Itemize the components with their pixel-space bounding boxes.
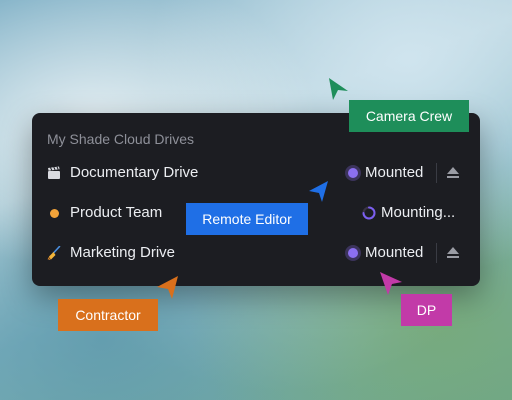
eject-button[interactable] xyxy=(445,164,461,182)
collaborator-tag-dp: DP xyxy=(401,294,452,326)
eject-icon xyxy=(447,167,459,178)
mounted-status-icon xyxy=(348,168,358,178)
eject-icon xyxy=(447,247,459,258)
broom-icon xyxy=(46,245,62,261)
dp-cursor-icon xyxy=(380,272,402,295)
collaborator-tag-camera-crew: Camera Crew xyxy=(349,100,469,132)
remote-editor-cursor-icon xyxy=(309,181,328,202)
collaborator-tag-contractor: Contractor xyxy=(58,299,158,331)
divider xyxy=(436,243,437,263)
divider xyxy=(436,163,437,183)
mounted-status-icon xyxy=(348,248,358,258)
collaborator-tag-remote-editor: Remote Editor xyxy=(186,203,308,235)
drive-row-documentary[interactable]: Documentary Drive Mounted xyxy=(32,153,480,193)
contractor-cursor-icon xyxy=(157,276,178,299)
drive-name: Product Team xyxy=(70,204,163,221)
drive-name: Marketing Drive xyxy=(70,244,176,261)
cloud-drives-panel: My Shade Cloud Drives Documentary Drive … xyxy=(32,113,480,286)
drive-status: Mounted xyxy=(365,164,424,181)
drive-status: Mounted xyxy=(365,244,424,261)
clapperboard-icon xyxy=(46,165,62,181)
camera-crew-cursor-icon xyxy=(329,78,348,100)
drive-name: Documentary Drive xyxy=(70,164,199,181)
drive-status: Mounting... xyxy=(381,204,456,221)
eject-button[interactable] xyxy=(445,244,461,262)
loading-spinner-icon xyxy=(362,206,376,220)
panel-title: My Shade Cloud Drives xyxy=(47,131,195,147)
drive-row-marketing[interactable]: Marketing Drive Mounted xyxy=(32,233,480,273)
orange-dot-icon xyxy=(46,205,62,221)
